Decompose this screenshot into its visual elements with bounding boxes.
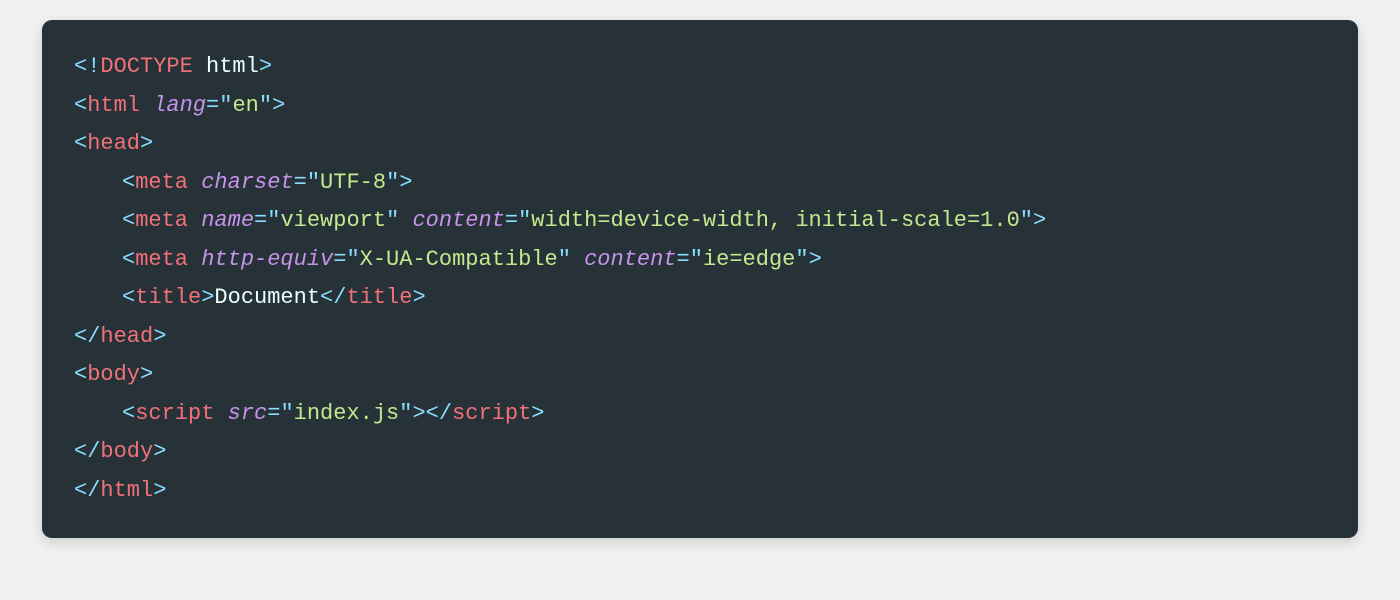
tag-meta: meta bbox=[135, 170, 188, 195]
code-line-meta-viewport: <meta name="viewport" content="width=dev… bbox=[74, 202, 1326, 241]
code-line-html-close: </html> bbox=[74, 472, 1326, 511]
angle-open: < bbox=[74, 54, 87, 79]
attr-charset: charset bbox=[201, 170, 293, 195]
code-line-body-close: </body> bbox=[74, 433, 1326, 472]
doctype-bang: ! bbox=[87, 54, 100, 79]
value-viewport: viewport bbox=[280, 208, 386, 233]
attr-src: src bbox=[228, 401, 268, 426]
code-line-meta-charset: <meta charset="UTF-8"> bbox=[74, 164, 1326, 203]
title-text: Document bbox=[214, 285, 320, 310]
value-lang: en bbox=[232, 93, 258, 118]
code-line-head-open: <head> bbox=[74, 125, 1326, 164]
code-line-meta-httpequiv: <meta http-equiv="X-UA-Compatible" conte… bbox=[74, 241, 1326, 280]
attr-lang: lang bbox=[153, 93, 206, 118]
value-http-equiv: X-UA-Compatible bbox=[360, 247, 558, 272]
attr-content: content bbox=[412, 208, 504, 233]
code-editor[interactable]: <!DOCTYPE html><html lang="en"><head><me… bbox=[42, 20, 1358, 538]
angle-close: > bbox=[259, 54, 272, 79]
code-line-doctype: <!DOCTYPE html> bbox=[74, 48, 1326, 87]
value-charset: UTF-8 bbox=[320, 170, 386, 195]
code-line-body-open: <body> bbox=[74, 356, 1326, 395]
value-viewport-content: width=device-width, initial-scale=1.0 bbox=[531, 208, 1019, 233]
code-line-title: <title>Document</title> bbox=[74, 279, 1326, 318]
code-line-html-open: <html lang="en"> bbox=[74, 87, 1326, 126]
attr-http-equiv: http-equiv bbox=[201, 247, 333, 272]
tag-body: body bbox=[87, 362, 140, 387]
doctype-keyword: DOCTYPE bbox=[100, 54, 192, 79]
tag-html: html bbox=[87, 93, 140, 118]
value-script-src: index.js bbox=[294, 401, 400, 426]
tag-title: title bbox=[135, 285, 201, 310]
doctype-kind: html bbox=[206, 54, 259, 79]
value-ie-edge: ie=edge bbox=[703, 247, 795, 272]
tag-script: script bbox=[135, 401, 214, 426]
attr-name: name bbox=[201, 208, 254, 233]
code-line-script: <script src="index.js"></script> bbox=[74, 395, 1326, 434]
tag-head: head bbox=[87, 131, 140, 156]
code-line-head-close: </head> bbox=[74, 318, 1326, 357]
